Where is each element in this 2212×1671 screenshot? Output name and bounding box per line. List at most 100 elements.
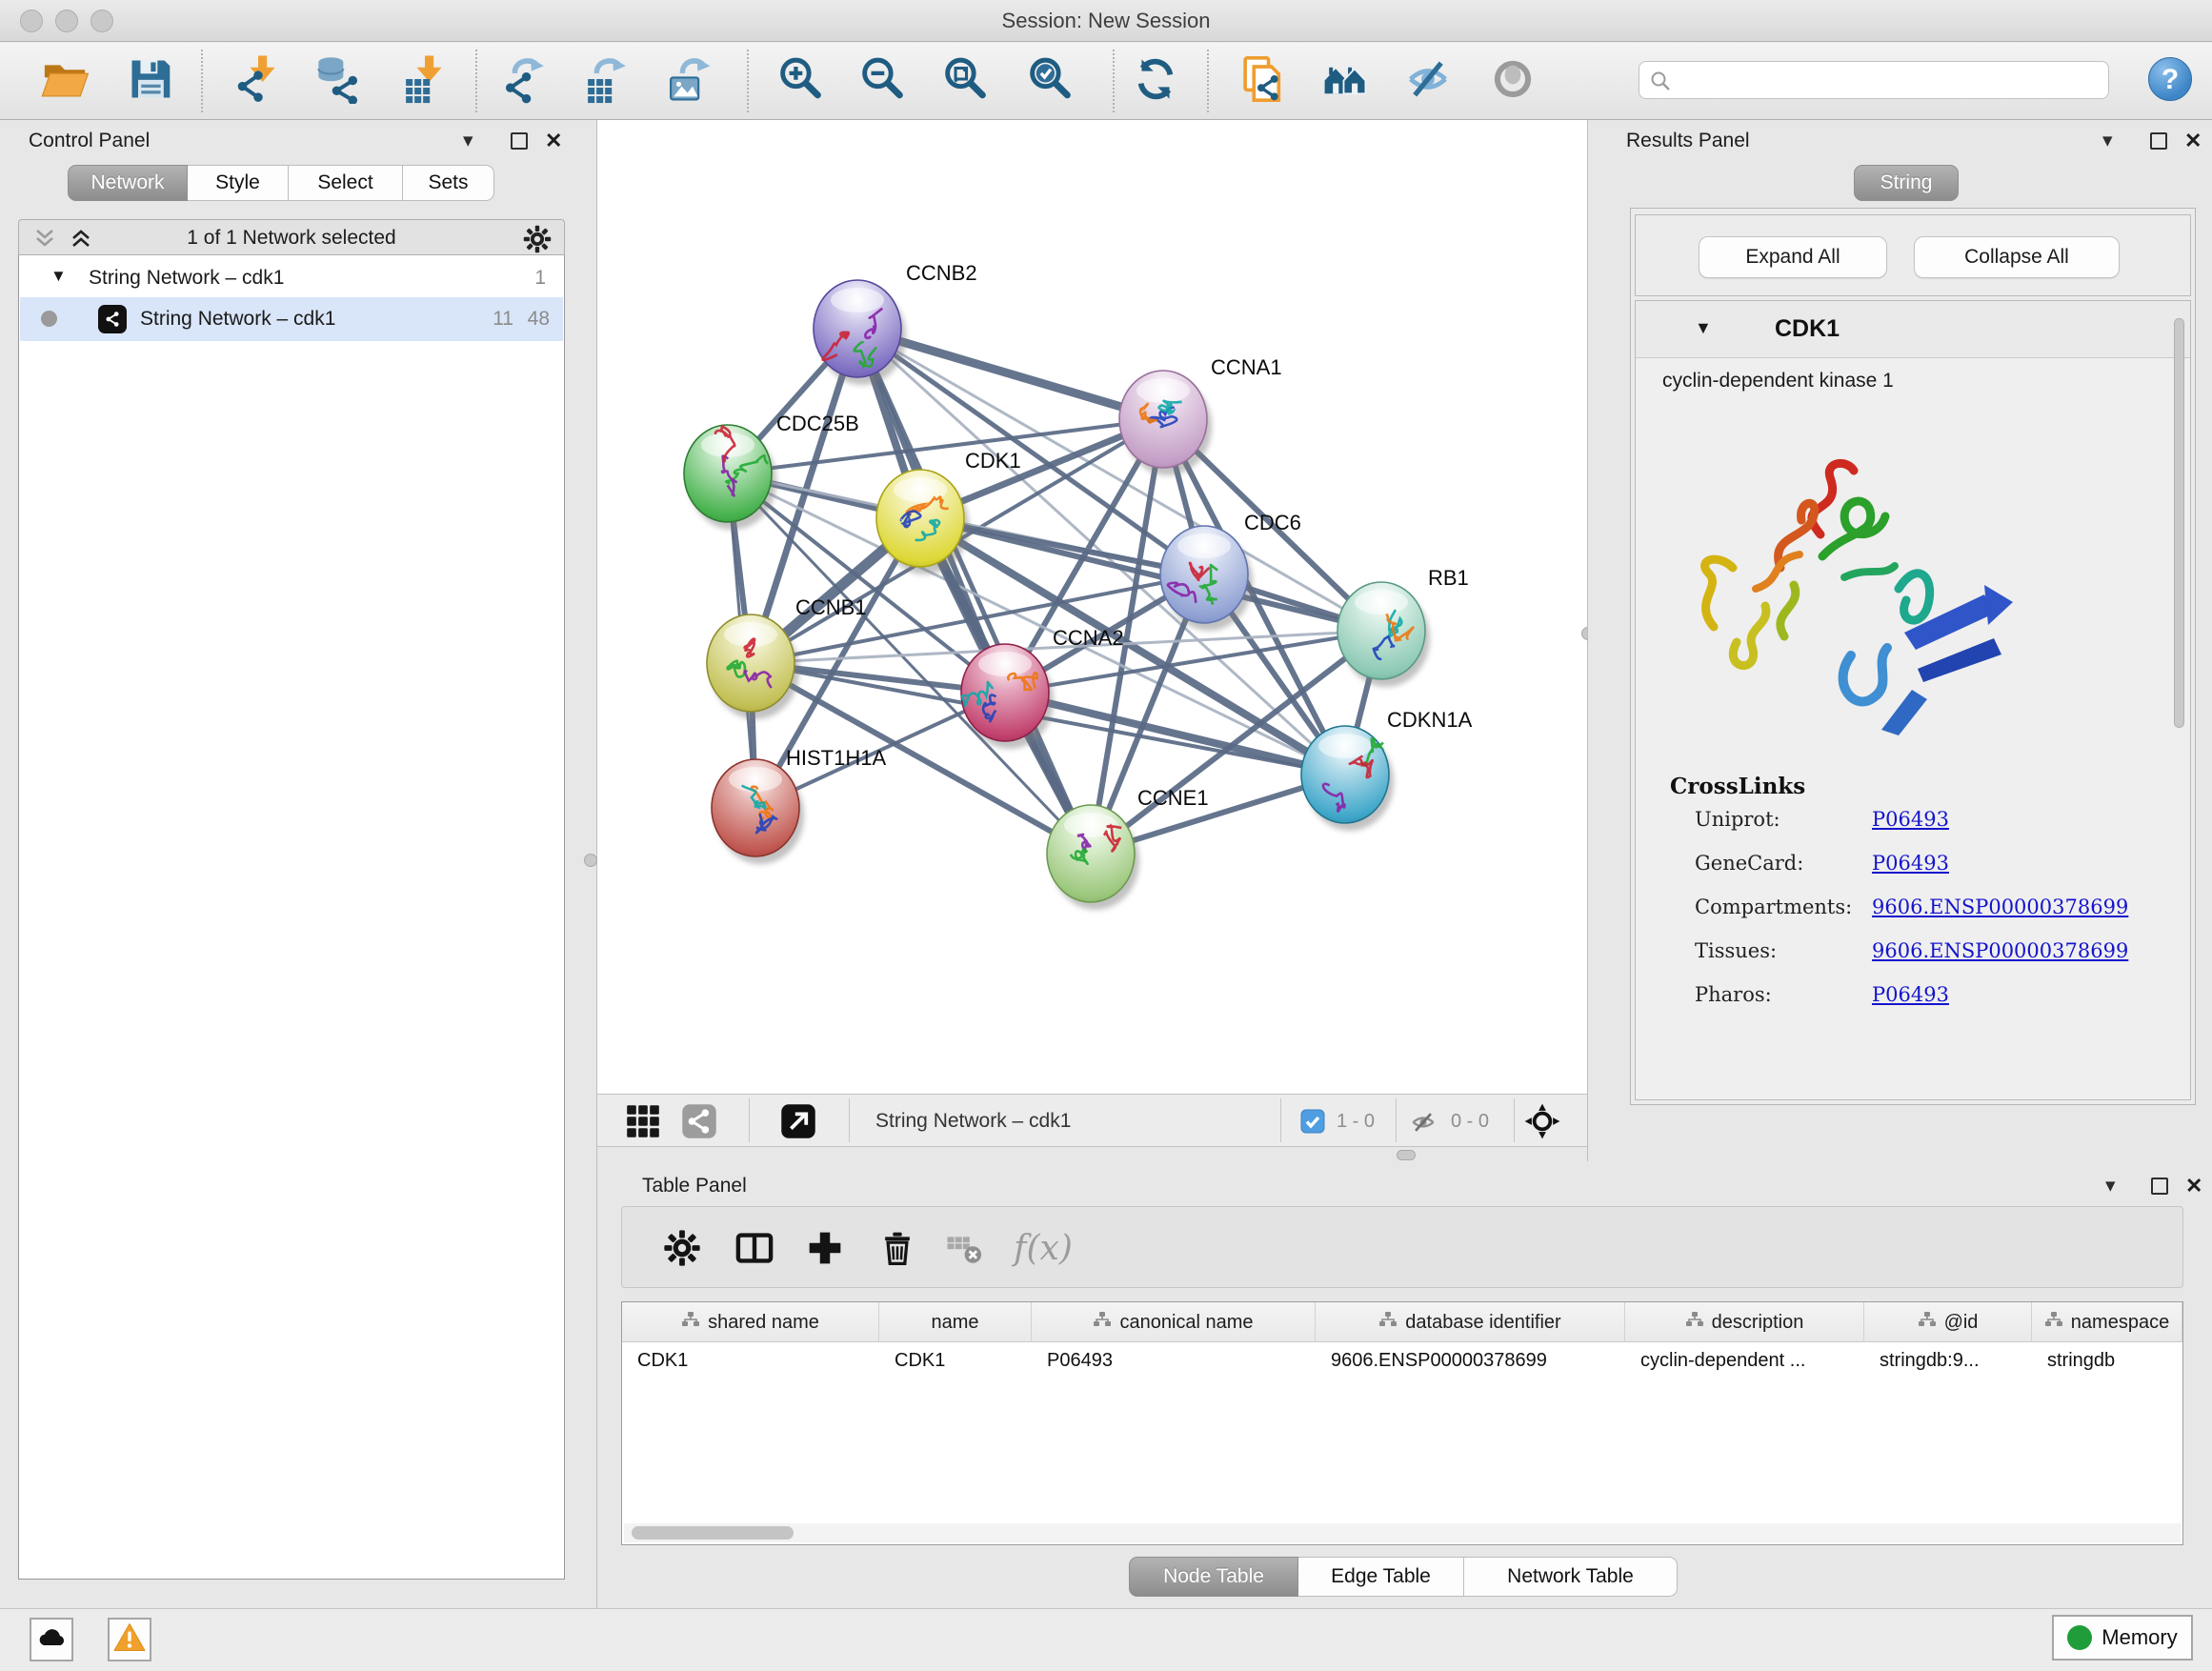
collapse-all-button[interactable]: Collapse All [1914,236,2120,278]
help-button[interactable]: ? [2148,57,2192,101]
clone-network-button[interactable] [1237,53,1291,109]
zoom-out-button[interactable] [855,53,909,109]
table-column-header[interactable]: shared name [622,1302,879,1342]
import-table-button[interactable] [398,53,452,109]
gear-icon[interactable] [522,224,553,259]
collection-caret-icon[interactable]: ▼ [50,267,67,286]
table-hscrollbar-thumb[interactable] [632,1526,794,1540]
search-input[interactable] [1681,66,2101,94]
table-column-header[interactable]: canonical name [1032,1302,1316,1342]
crosslink-link[interactable]: P06493 [1872,983,1949,1006]
grid-view-icon[interactable] [626,1104,660,1143]
import-network-file-button[interactable] [231,53,285,109]
gene-caret-icon[interactable]: ▼ [1695,318,1712,338]
crosslink-link[interactable]: 9606.ENSP00000378699 [1872,896,2128,918]
gene-card-header[interactable]: ▼ CDK1 [1636,301,2190,358]
birds-eye-crosshair-icon[interactable] [1523,1102,1561,1145]
table-cell[interactable]: 9606.ENSP00000378699 [1316,1342,1625,1382]
tab-node-table[interactable]: Node Table [1129,1557,1298,1597]
node-label: CDC25B [776,412,859,435]
zoom-in-button[interactable] [774,53,827,109]
table-column-header[interactable]: database identifier [1316,1302,1625,1342]
tab-network[interactable]: Network [68,165,188,201]
table-cell[interactable]: stringdb:9... [1864,1342,2032,1382]
crosslink-row: Uniprot:P06493 [1695,808,1949,831]
import-network-database-button[interactable] [312,53,365,109]
export-network-button[interactable] [498,53,552,109]
export-image-button[interactable] [663,53,716,109]
control-panel-close-icon[interactable]: ✕ [545,131,562,151]
network-node[interactable]: CDKN1A [1301,708,1473,831]
zoom-selected-button[interactable] [1023,53,1076,109]
warnings-button[interactable] [108,1618,151,1661]
results-panel-close-icon[interactable]: ✕ [2184,131,2202,151]
results-panel-menu-icon[interactable]: ▾ [2102,131,2113,151]
function-builder-icon[interactable]: f(x) [1007,1226,1079,1270]
table-row[interactable]: CDK1CDK1P064939606.ENSP00000378699cyclin… [622,1342,2183,1382]
warning-icon [112,1621,147,1660]
hidden-eye-slash-icon[interactable] [1409,1108,1438,1141]
table-panel-title: Table Panel [642,1175,747,1198]
zoom-fit-button[interactable] [938,53,992,109]
network-node[interactable]: CDK1 [876,449,1021,574]
delete-table-icon[interactable] [942,1226,986,1270]
tab-select[interactable]: Select [289,165,403,201]
open-in-browser-icon[interactable] [780,1103,816,1144]
table-cell[interactable]: stringdb [2032,1342,2182,1382]
network-node[interactable]: CDC25B [684,412,859,530]
tab-style[interactable]: Style [188,165,289,201]
results-panel-float-icon[interactable] [2150,132,2167,150]
show-all-button[interactable] [1486,53,1539,109]
table-cell[interactable]: cyclin-dependent ... [1625,1342,1864,1382]
tab-sets[interactable]: Sets [403,165,494,201]
export-table-button[interactable] [580,53,633,109]
table-panel-close-icon[interactable]: ✕ [2185,1177,2202,1196]
first-neighbors-button[interactable] [1318,53,1372,109]
memory-button[interactable]: Memory [2052,1615,2193,1661]
open-session-button[interactable] [38,53,91,109]
network-canvas[interactable]: CCNB2CCNA1CDC25BCDK1CDC6RB1CCNB1CCNA2CDK… [597,120,1587,1094]
table-column-header[interactable]: namespace [2032,1302,2182,1342]
hide-selected-button[interactable] [1401,53,1455,109]
apply-layout-button[interactable] [1129,53,1182,109]
search-box[interactable] [1639,61,2109,99]
table-hscrollbar-track[interactable] [624,1523,2181,1542]
table-gear-icon[interactable] [660,1226,704,1270]
network-node[interactable]: CCNA1 [1119,355,1282,475]
crosslink-link[interactable]: 9606.ENSP00000378699 [1872,939,2128,962]
selected-checkbox-icon[interactable] [1300,1109,1325,1138]
save-session-button[interactable] [124,53,177,109]
string-style-icon[interactable] [681,1103,717,1144]
horizontal-splitter-handle[interactable] [1397,1150,1416,1160]
results-scrollbar[interactable] [2174,318,2184,728]
table-column-header[interactable]: @id [1864,1302,2032,1342]
table-header-row[interactable]: shared namenamecanonical namedatabase id… [622,1302,2183,1342]
tab-string[interactable]: String [1854,165,1959,201]
control-panel-menu-icon[interactable]: ▾ [463,131,473,151]
network-row-selected[interactable]: String Network – cdk1 11 48 [20,297,563,341]
cloud-button[interactable] [30,1618,73,1661]
network-node[interactable]: RB1 [1337,566,1469,687]
network-node[interactable]: CDC6 [1160,511,1301,631]
vertical-splitter-handle[interactable] [584,854,597,867]
expand-all-button[interactable]: Expand All [1699,236,1887,278]
tab-network-table[interactable]: Network Table [1464,1557,1678,1597]
table-column-header[interactable]: name [879,1302,1032,1342]
network-graph[interactable]: CCNB2CCNA1CDC25BCDK1CDC6RB1CCNB1CCNA2CDK… [597,120,1587,1094]
table-panel-menu-icon[interactable]: ▾ [2105,1177,2116,1196]
network-collection-row[interactable]: ▼ String Network – cdk1 1 [20,259,563,297]
control-panel-float-icon[interactable] [511,132,528,150]
tab-edge-table[interactable]: Edge Table [1298,1557,1464,1597]
network-node[interactable]: HIST1H1A [712,746,886,864]
table-cell[interactable]: P06493 [1032,1342,1316,1382]
table-column-header[interactable]: description [1625,1302,1864,1342]
add-column-icon[interactable] [803,1226,847,1270]
delete-column-icon[interactable] [875,1226,919,1270]
crosslink-link[interactable]: P06493 [1872,808,1949,831]
table-cell[interactable]: CDK1 [622,1342,879,1382]
table-cell[interactable]: CDK1 [879,1342,1032,1382]
columns-icon[interactable] [733,1226,776,1270]
network-node[interactable]: CCNB2 [814,261,977,385]
table-panel-float-icon[interactable] [2151,1178,2168,1195]
crosslink-link[interactable]: P06493 [1872,852,1949,875]
